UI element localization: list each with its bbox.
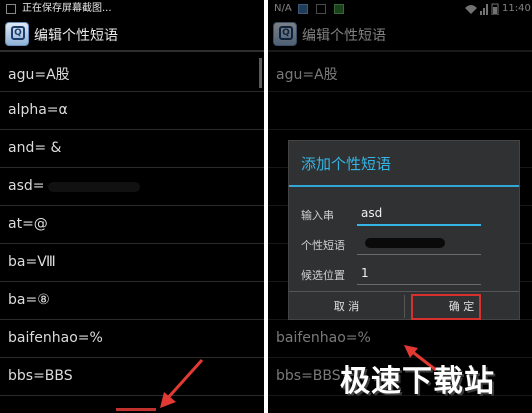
input-string-field[interactable] [359,203,483,223]
list-item[interactable]: baifenhao=% [0,320,264,358]
status-bar: 正在保存屏幕截图... [0,0,264,18]
list-item-label: agu=A股 [8,67,70,83]
add-phrase-dialog: 添加个性短语 输入串 个性短语 候选位置 取 消 确 定 [288,140,520,320]
list-item-label: at=@ [8,216,48,232]
status-text: 正在保存屏幕截图... [22,3,112,14]
watermark: 极速下载站 [340,364,495,399]
candidate-position-underline [357,284,481,285]
input-string-label: 输入串 [301,209,334,222]
list-item-label: alpha=α [8,102,68,118]
list-item[interactable]: ba=⑧ [0,282,264,320]
list-item[interactable]: ba=Ⅷ [0,244,264,282]
screenshot-icon [6,4,16,14]
candidate-position-label: 候选位置 [301,269,345,282]
redaction [48,182,140,192]
phrase-list: agu=A股 alpha=α and= & asd= at=@ ba=Ⅷ ba=… [0,54,264,396]
candidate-position-field[interactable] [359,263,483,283]
list-item-label: bbs=BBS [8,368,73,384]
list-item[interactable]: agu=A股 [0,54,264,92]
dialog-button-bar: 取 消 确 定 [289,291,519,321]
page-title: 编辑个性短语 [34,28,118,44]
list-item-label: and= & [8,140,62,156]
phrase-label: 个性短语 [301,239,345,252]
arrow-icon [160,358,204,408]
list-item[interactable]: bbs=BBS [0,358,264,396]
list-item[interactable]: at=@ [0,206,264,244]
redaction [365,238,445,248]
list-item-label: baifenhao=% [8,330,103,346]
highlight-mark [116,408,156,411]
app-icon: Q [5,22,29,46]
list-item[interactable]: asd= [0,168,264,206]
cancel-button[interactable]: 取 消 [289,292,404,321]
right-screen: N/A 11:40 Q 编辑个性短语 agu=A股 baifenhao=% bb… [268,0,532,413]
scrollbar[interactable] [259,58,262,88]
list-item[interactable]: alpha=α [0,92,264,130]
list-item-label: ba=Ⅷ [8,254,56,270]
list-item-label: asd= [8,178,45,194]
title-bar: Q 编辑个性短语 [0,18,264,52]
input-string-underline [357,224,481,226]
phrase-underline [357,254,481,255]
confirm-highlight [411,294,481,320]
list-item[interactable]: and= & [0,130,264,168]
list-item-label: ba=⑧ [8,292,50,308]
dialog-divider [289,185,519,187]
left-screen: 正在保存屏幕截图... Q 编辑个性短语 agu=A股 alpha=α and=… [0,0,264,413]
dialog-title: 添加个性短语 [301,155,392,173]
